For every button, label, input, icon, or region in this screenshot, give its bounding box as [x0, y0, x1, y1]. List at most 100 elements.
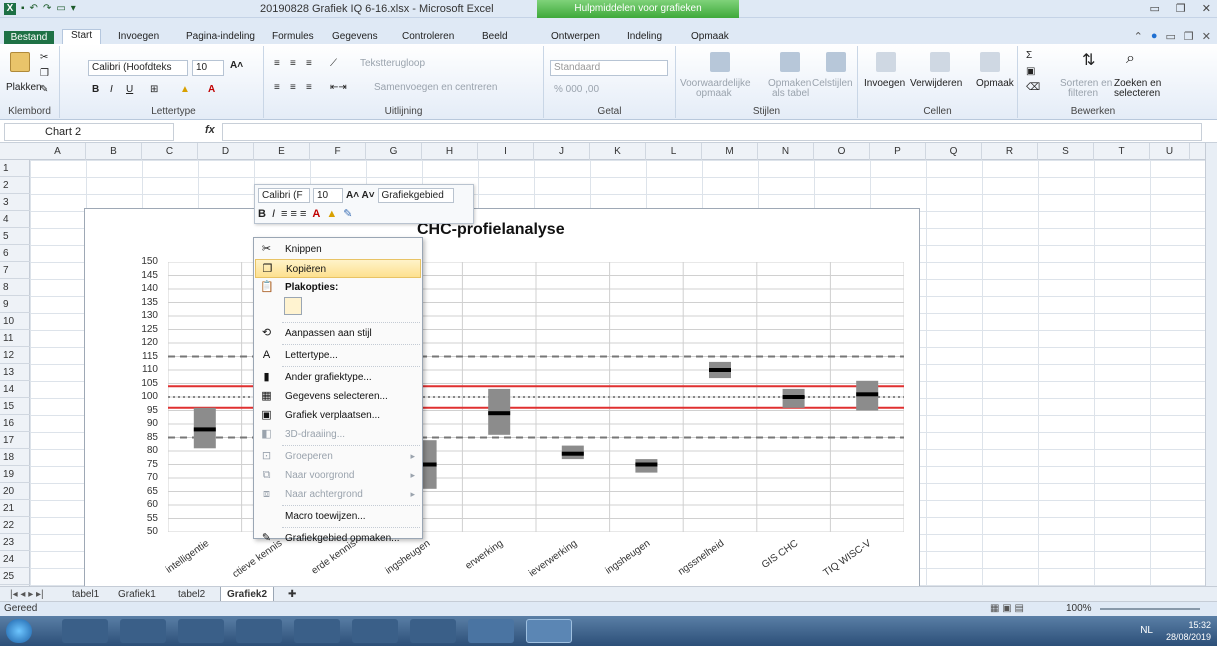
row-header[interactable]: 8	[0, 279, 30, 296]
fill-color-icon[interactable]: ▲	[180, 84, 190, 95]
chart-element-box[interactable]: Grafiekgebied	[377, 188, 454, 203]
tab-bestand[interactable]: Bestand	[4, 31, 54, 44]
mini-size-box[interactable]: 10	[313, 188, 343, 203]
column-header[interactable]: D	[198, 143, 254, 160]
mini-align-icon[interactable]: ≡ ≡ ≡	[281, 208, 306, 220]
column-header[interactable]: L	[646, 143, 702, 160]
outlook-icon[interactable]	[62, 619, 108, 643]
context-menu-item[interactable]: ⧈ Naar achtergrond ▸	[255, 485, 421, 504]
mini-outline-icon[interactable]: ✎	[343, 207, 352, 220]
column-header[interactable]: R	[982, 143, 1038, 160]
tab-opmaak[interactable]: Opmaak	[691, 31, 729, 42]
vertical-scrollbar[interactable]	[1205, 143, 1217, 586]
app-icon[interactable]	[294, 619, 340, 643]
minimize-icon[interactable]: ▭	[1150, 2, 1160, 15]
save-icon[interactable]: ▪	[21, 2, 25, 16]
zoom-level[interactable]: 100%	[1066, 603, 1092, 614]
cut-icon[interactable]: ✂	[40, 52, 48, 63]
conditional-format-icon[interactable]	[710, 52, 730, 72]
insert-cells-icon[interactable]	[876, 52, 896, 72]
firefox-icon[interactable]	[120, 619, 166, 643]
row-header[interactable]: 12	[0, 347, 30, 364]
orientation-icon[interactable]: ⟋	[330, 58, 337, 69]
row-header[interactable]: 16	[0, 415, 30, 432]
column-header[interactable]: E	[254, 143, 310, 160]
underline-icon[interactable]: U	[126, 84, 133, 95]
align-left-icon[interactable]: ≡	[274, 82, 280, 93]
row-header[interactable]: 18	[0, 449, 30, 466]
row-header[interactable]: 13	[0, 364, 30, 381]
align-center-icon[interactable]: ≡	[290, 82, 296, 93]
number-format-box[interactable]: Standaard	[550, 60, 668, 76]
column-header[interactable]: P	[870, 143, 926, 160]
grow-font-icon[interactable]: A˄ A˅	[346, 190, 375, 201]
new-sheet-icon[interactable]: ✚	[282, 587, 302, 602]
wrap-text-button[interactable]: Tekstterugloop	[360, 58, 425, 69]
zoom-slider[interactable]	[1100, 608, 1200, 610]
formula-input[interactable]	[222, 123, 1202, 141]
context-menu-item[interactable]: ◧ 3D-draaiing...	[255, 425, 421, 444]
format-cells-icon[interactable]	[980, 52, 1000, 72]
redo-icon[interactable]: ↷	[43, 2, 51, 16]
context-menu-item[interactable]: ⊡ Groeperen ▸	[255, 447, 421, 466]
tab-gegevens[interactable]: Gegevens	[332, 31, 378, 42]
column-header[interactable]: O	[814, 143, 870, 160]
folder-icon[interactable]	[178, 619, 224, 643]
language-indicator[interactable]: NL	[1140, 625, 1153, 636]
excel-taskbar-icon[interactable]	[526, 619, 572, 643]
context-menu-item[interactable]: ▣ Grafiek verplaatsen...	[255, 406, 421, 425]
close-icon[interactable]: ✕	[1202, 2, 1211, 15]
mini-font-color-icon[interactable]: A	[312, 208, 320, 220]
row-header[interactable]: 3	[0, 194, 30, 211]
align-middle-icon[interactable]: ≡	[290, 58, 296, 69]
mini-fill-icon[interactable]: ▲	[326, 208, 337, 220]
row-header[interactable]: 21	[0, 500, 30, 517]
font-size-box[interactable]: 10	[192, 60, 224, 76]
grow-font-icon[interactable]: A˄	[230, 60, 243, 71]
column-header[interactable]: G	[366, 143, 422, 160]
word-icon[interactable]	[468, 619, 514, 643]
italic-icon[interactable]: I	[110, 84, 113, 95]
column-header[interactable]: S	[1038, 143, 1094, 160]
tab-indeling[interactable]: Indeling	[627, 31, 662, 42]
font-name-box[interactable]: Calibri (Hoofdteks	[88, 60, 188, 76]
row-header[interactable]: 4	[0, 211, 30, 228]
row-header[interactable]: 17	[0, 432, 30, 449]
sort-icon[interactable]: ⇅	[1082, 50, 1095, 70]
tab-invoegen[interactable]: Invoegen	[118, 31, 159, 42]
sheet-tab-grafiek2[interactable]: Grafiek2	[220, 587, 275, 602]
context-menu-item[interactable]: ⧉ Naar voorgrond ▸	[255, 466, 421, 485]
mini-italic-icon[interactable]: I	[272, 208, 275, 220]
row-header[interactable]: 7	[0, 262, 30, 279]
column-header[interactable]: C	[142, 143, 198, 160]
align-right-icon[interactable]: ≡	[306, 82, 312, 93]
context-menu-item[interactable]: ✂ Knippen	[255, 240, 421, 259]
help-icon[interactable]: ●	[1151, 30, 1158, 43]
paste-button[interactable]: Plakken	[6, 82, 42, 93]
name-box[interactable]: Chart 2	[4, 123, 174, 141]
autosum-icon[interactable]: Σ	[1026, 50, 1032, 61]
format-cells-button[interactable]: Opmaak	[976, 78, 1014, 89]
workbook-restore-icon[interactable]: ❐	[1184, 30, 1194, 43]
column-header[interactable]: U	[1150, 143, 1190, 160]
sheet-tab-tabel1[interactable]: tabel1	[66, 587, 105, 602]
tab-pagina-indeling[interactable]: Pagina-indeling	[186, 31, 255, 42]
minimize-ribbon-icon[interactable]: ⌃	[1134, 30, 1143, 43]
explorer-icon[interactable]	[410, 619, 456, 643]
merge-center-button[interactable]: Samenvoegen en centreren	[374, 82, 497, 93]
percent-icon[interactable]: % 000 ,00	[554, 84, 599, 95]
paste-option-icon[interactable]	[284, 297, 302, 315]
view-buttons-icon[interactable]: ▦ ▣ ▤	[990, 603, 1024, 614]
tab-controleren[interactable]: Controleren	[402, 31, 454, 42]
column-header[interactable]: M	[702, 143, 758, 160]
workbook-minimize-icon[interactable]: ▭	[1166, 30, 1176, 43]
start-button[interactable]	[6, 619, 32, 643]
bold-icon[interactable]: B	[92, 84, 99, 95]
row-header[interactable]: 19	[0, 466, 30, 483]
column-header[interactable]: J	[534, 143, 590, 160]
delete-cells-button[interactable]: Verwijderen	[910, 78, 962, 89]
row-header[interactable]: 15	[0, 398, 30, 415]
font-color-icon[interactable]: A	[208, 84, 215, 95]
column-header[interactable]: K	[590, 143, 646, 160]
maximize-icon[interactable]: ❐	[1176, 2, 1186, 15]
